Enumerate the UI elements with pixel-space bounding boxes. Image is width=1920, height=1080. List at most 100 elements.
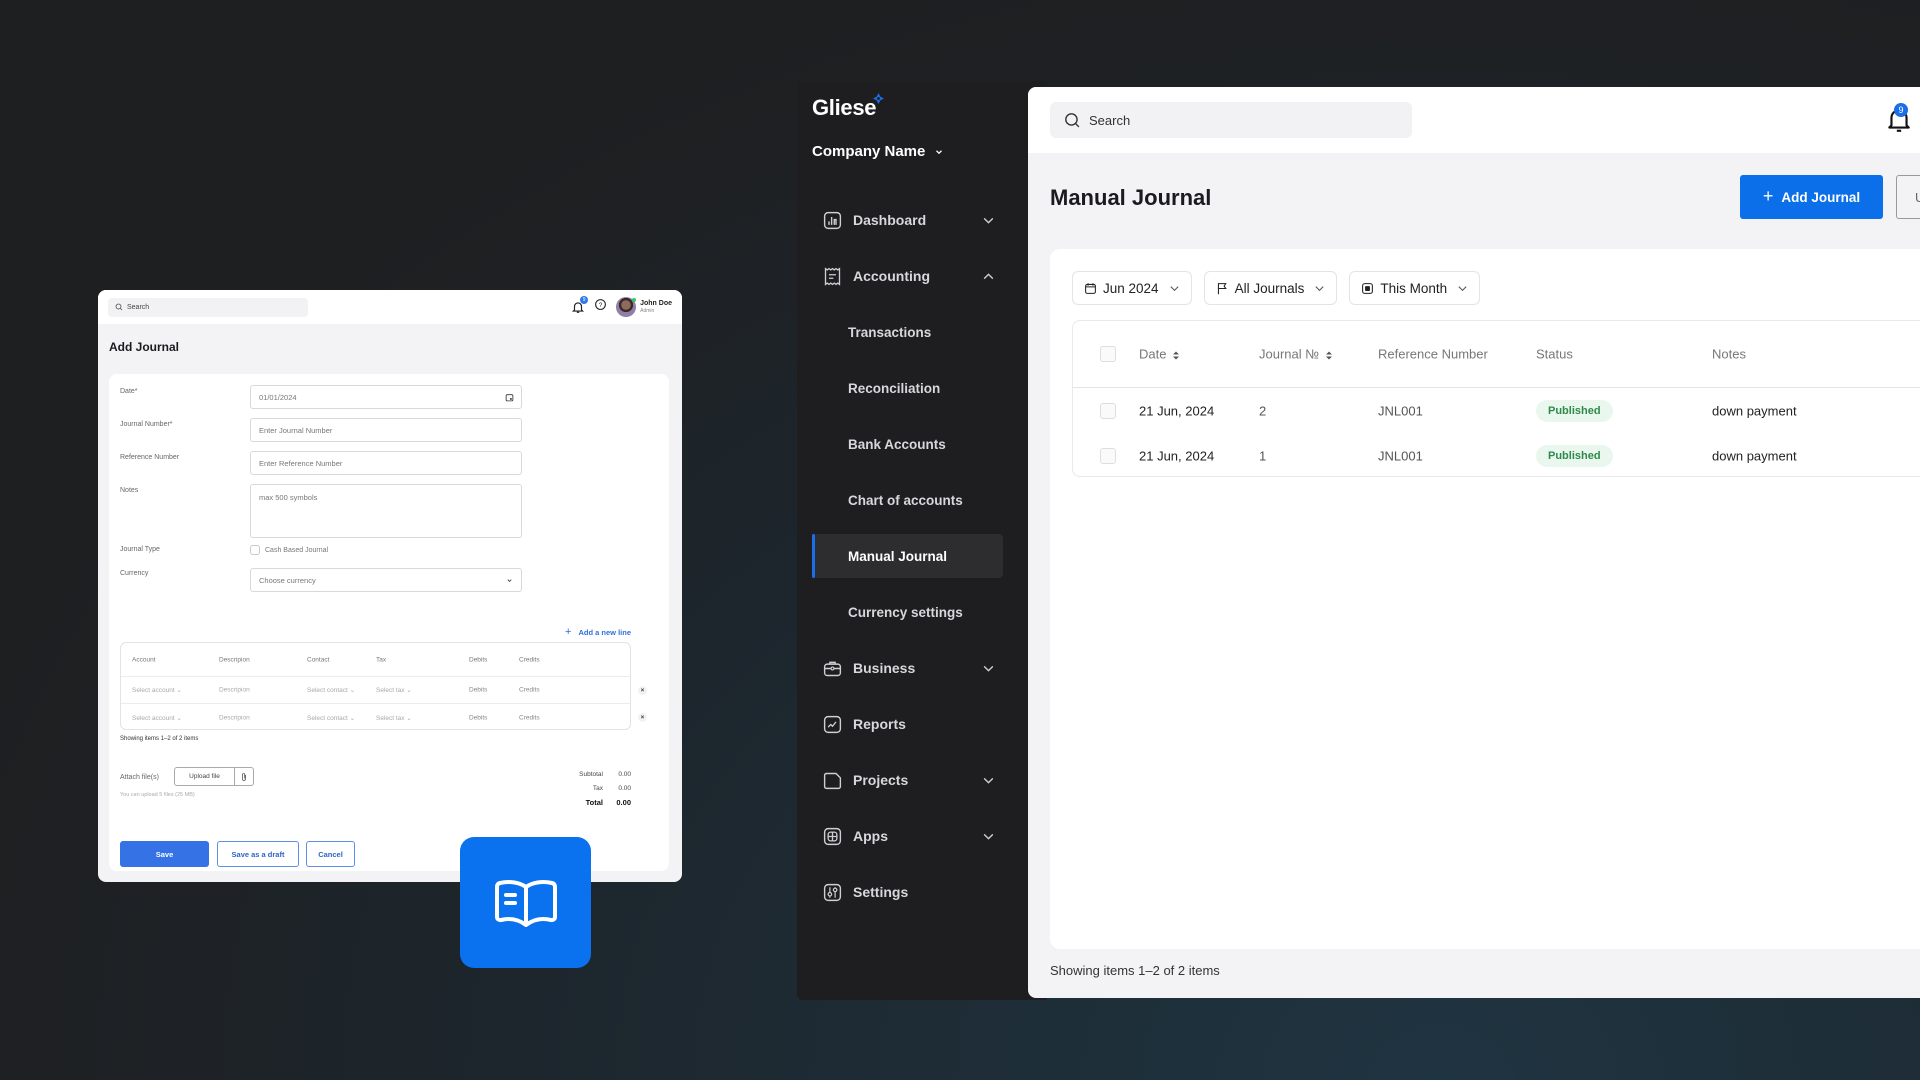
journal-number-placeholder: Enter Journal Number xyxy=(259,425,333,435)
currency-select[interactable]: Choose currency xyxy=(250,568,522,592)
col-date[interactable]: Date xyxy=(1139,347,1180,362)
chevron-down-icon xyxy=(1458,285,1467,291)
filter-range[interactable]: This Month xyxy=(1349,271,1481,305)
select-contact-dropdown[interactable]: Select contact ⌄ xyxy=(307,714,355,722)
sidebar-item-label: Projects xyxy=(853,772,909,788)
cancel-button[interactable]: Cancel xyxy=(306,841,355,867)
date-field[interactable]: 01/01/2024 xyxy=(250,385,522,409)
status-badge: Published xyxy=(1536,444,1613,467)
mini-notifications-button[interactable]: 9 xyxy=(571,296,589,314)
filter-journals[interactable]: All Journals xyxy=(1203,271,1338,305)
notes-label: Notes xyxy=(120,487,139,494)
save-button[interactable]: Save xyxy=(120,841,209,867)
chevron-up-icon xyxy=(983,272,994,279)
checkbox-box[interactable] xyxy=(250,545,260,555)
debits-input[interactable]: Debits xyxy=(469,714,487,721)
col-debits: Debits xyxy=(469,656,488,663)
user-menu[interactable]: John Doe Admin xyxy=(616,297,672,317)
company-switcher[interactable]: Company Name xyxy=(812,143,944,160)
date-label: Date* xyxy=(120,388,138,395)
calendar-icon[interactable] xyxy=(505,393,514,402)
select-account-dropdown[interactable]: Select account ⌄ xyxy=(132,714,182,722)
description-input[interactable]: Descripion xyxy=(219,687,250,694)
apps-icon xyxy=(823,827,842,845)
chart-line-icon xyxy=(823,715,842,733)
sidebar-item-label: Apps xyxy=(853,828,888,844)
company-name: Company Name xyxy=(812,143,926,160)
mini-notification-badge: 9 xyxy=(580,296,589,304)
search-input[interactable]: Search xyxy=(1050,102,1412,138)
sidebar-item-label: Reports xyxy=(853,716,906,732)
book-open-icon xyxy=(494,879,557,927)
chevron-down-icon xyxy=(936,149,943,154)
sidebar-item-label: Dashboard xyxy=(853,212,927,228)
sidebar-item-label: Currency settings xyxy=(848,604,963,620)
sidebar-item-currency-settings[interactable]: Currency settings xyxy=(812,590,1003,634)
col-description: Descripion xyxy=(219,656,250,663)
filter-period[interactable]: Jun 2024 xyxy=(1072,271,1192,305)
sidebar-item-manual-journal[interactable]: Manual Journal xyxy=(812,534,1003,578)
cash-based-journal-checkbox[interactable]: Cash Based Journal xyxy=(250,545,328,555)
select-all-checkbox[interactable] xyxy=(1100,346,1116,362)
sidebar-item-chart-of-accounts[interactable]: Chart of accounts xyxy=(812,478,1003,522)
notes-textarea[interactable]: max 500 symbols xyxy=(250,484,522,538)
select-tax-label: Select tax xyxy=(376,687,405,694)
select-tax-dropdown[interactable]: Select tax ⌄ xyxy=(376,686,412,694)
paperclip-icon xyxy=(242,772,246,781)
chevron-down-icon xyxy=(983,833,994,840)
row-checkbox[interactable] xyxy=(1100,447,1116,464)
select-contact-dropdown[interactable]: Select contact ⌄ xyxy=(307,686,355,694)
notification-badge: 9 xyxy=(1894,103,1908,117)
sidebar-item-business[interactable]: Business xyxy=(812,646,1003,690)
cell-notes: down payment xyxy=(1712,448,1797,463)
sidebar: Gliese Company Name Dashboard Accounting… xyxy=(797,81,1047,1000)
description-input[interactable]: Descripion xyxy=(219,714,250,721)
sidebar-item-transactions[interactable]: Transactions xyxy=(812,310,1003,354)
sidebar-item-accounting[interactable]: Accounting xyxy=(812,254,1003,298)
sidebar-item-dashboard[interactable]: Dashboard xyxy=(812,198,1003,242)
credits-input[interactable]: Credits xyxy=(519,687,540,694)
journal-number-label: Journal Number* xyxy=(120,421,173,428)
sidebar-item-settings[interactable]: Settings xyxy=(812,870,1003,914)
upload-file-button[interactable]: Upload file xyxy=(174,767,254,786)
filter-label: This Month xyxy=(1380,280,1448,296)
col-journal-no[interactable]: Journal № xyxy=(1259,347,1333,362)
cell-journal-no: 1 xyxy=(1259,448,1267,463)
sidebar-item-apps[interactable]: Apps xyxy=(812,814,1003,858)
help-button[interactable]: ? xyxy=(594,298,607,316)
cell-date: 21 Jun, 2024 xyxy=(1139,448,1215,463)
save-draft-button[interactable]: Save as a draft xyxy=(217,841,299,867)
lines-table-header: Account Descripion Contact Tax Debits Cr… xyxy=(121,643,630,677)
chevron-down-icon xyxy=(1170,285,1179,291)
add-journal-form: Date* 01/01/2024 Journal Number* Enter J… xyxy=(109,374,669,871)
cell-reference: JNL001 xyxy=(1378,448,1423,463)
table-row[interactable]: 21 Jun, 2024 2 JNL001 Published down pay… xyxy=(1073,388,1920,433)
help-icon: ? xyxy=(595,299,607,310)
secondary-button[interactable]: U xyxy=(1896,175,1920,219)
select-tax-dropdown[interactable]: Select tax ⌄ xyxy=(376,714,412,722)
select-account-dropdown[interactable]: Select account ⌄ xyxy=(132,686,182,694)
remove-line-button[interactable]: × xyxy=(638,686,647,695)
calendar-badge-icon xyxy=(1362,282,1374,294)
sidebar-item-reports[interactable]: Reports xyxy=(812,702,1003,746)
sidebar-item-label: Reconciliation xyxy=(848,380,941,396)
mini-search-input[interactable]: Search xyxy=(108,297,308,317)
add-new-line-button[interactable]: + Add a new line xyxy=(565,626,631,638)
chevron-down-icon xyxy=(507,579,512,582)
row-checkbox[interactable] xyxy=(1100,402,1116,419)
reference-number-placeholder: Enter Reference Number xyxy=(259,458,343,468)
add-journal-button[interactable]: + Add Journal xyxy=(1740,175,1883,219)
table-row[interactable]: 21 Jun, 2024 1 JNL001 Published down pay… xyxy=(1073,433,1920,478)
add-journal-label: Add Journal xyxy=(1781,189,1861,205)
upload-hint: You can upload 5 files (25 MB) xyxy=(120,792,195,798)
main-panel: Search 9 Manual Journal + Add Journal U … xyxy=(1028,87,1920,998)
debits-input[interactable]: Debits xyxy=(469,687,487,694)
remove-line-button[interactable]: × xyxy=(638,713,647,722)
sidebar-item-reconciliation[interactable]: Reconciliation xyxy=(812,366,1003,410)
subtotal-value: 0.00 xyxy=(618,770,631,778)
sidebar-item-bank-accounts[interactable]: Bank Accounts xyxy=(812,422,1003,466)
reference-number-field[interactable]: Enter Reference Number xyxy=(250,451,522,475)
journal-number-field[interactable]: Enter Journal Number xyxy=(250,418,522,442)
sidebar-item-projects[interactable]: Projects xyxy=(812,758,1003,802)
credits-input[interactable]: Credits xyxy=(519,714,540,721)
